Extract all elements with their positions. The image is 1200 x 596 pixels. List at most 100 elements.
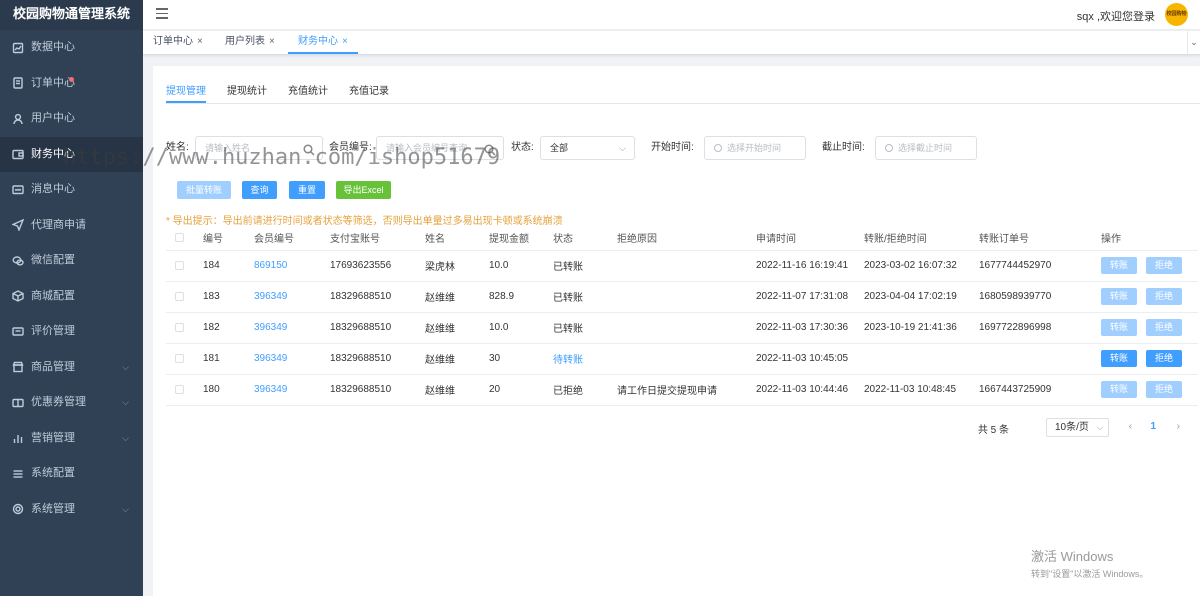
transfer-button[interactable]: 转账: [1101, 257, 1137, 274]
export-excel-button[interactable]: 导出Excel: [336, 181, 391, 199]
transfer-button[interactable]: 转账: [1101, 350, 1137, 367]
close-icon[interactable]: ×: [342, 36, 348, 47]
batch-transfer-button[interactable]: 批量转账: [177, 181, 231, 199]
query-button[interactable]: 查询: [242, 181, 277, 199]
cell-apply-time: 2022-11-07 17:31:08: [756, 281, 864, 313]
page-number[interactable]: 1: [1150, 421, 1156, 432]
end-time-picker[interactable]: 选择截止时间: [875, 136, 977, 160]
cell-member-id[interactable]: 869150: [254, 250, 330, 282]
cell-apply-time: 2022-11-03 17:30:36: [756, 312, 864, 344]
export-notice: * 导出提示：导出前请进行时间或者状态等筛选，否则导出单量过多易出现卡顿或系统崩…: [166, 216, 563, 227]
close-icon[interactable]: ×: [197, 36, 203, 47]
sidebar-item-9[interactable]: 商品管理 ⌵: [0, 350, 143, 386]
row-checkbox[interactable]: [175, 260, 184, 270]
reject-button[interactable]: 拒绝: [1146, 319, 1182, 336]
cell-amount: 20: [489, 374, 553, 406]
start-time-picker[interactable]: 选择开始时间: [704, 136, 806, 160]
sidebar-item-label: 数据中心: [31, 41, 75, 53]
row-checkbox[interactable]: [175, 384, 184, 394]
sidebar-item-2[interactable]: 用户中心: [0, 101, 143, 137]
chevron-down-icon[interactable]: ⌄: [1187, 31, 1200, 54]
reject-button[interactable]: 拒绝: [1146, 257, 1182, 274]
sidebar-item-11[interactable]: 营销管理 ⌵: [0, 421, 143, 457]
sidebar-item-7[interactable]: 商城配置: [0, 279, 143, 315]
table-row: 183 396349 18329688510 赵维维 828.9 已转账 2022-11-0…: [166, 281, 1198, 313]
sidebar-item-10[interactable]: 优惠券管理 ⌵: [0, 385, 143, 421]
sidebar-item-5[interactable]: 代理商申请: [0, 208, 143, 244]
next-page-button[interactable]: ›: [1177, 421, 1180, 432]
sidebar-item-8[interactable]: 评价管理: [0, 314, 143, 350]
withdraw-table: 编号 会员编号 支付宝账号 姓名 提现金额 状态 拒绝原因 申请时间 转账/拒绝…: [166, 226, 1198, 406]
cell-member-id[interactable]: 396349: [254, 312, 330, 344]
cell-reason: [617, 312, 756, 344]
cell-status: 已转账: [553, 312, 617, 344]
chevron-down-icon: ⌵: [122, 503, 129, 514]
reject-button[interactable]: 拒绝: [1146, 381, 1182, 398]
column-header: 操作: [1101, 226, 1198, 251]
cell-alipay: 18329688510: [330, 343, 425, 375]
column-header: 转账/拒绝时间: [864, 226, 979, 251]
cell-apply-time: 2022-11-03 10:44:46: [756, 374, 864, 406]
transfer-button[interactable]: 转账: [1101, 381, 1137, 398]
sidebar-item-1[interactable]: 订单中心: [0, 66, 143, 102]
cell-status: 已转账: [553, 250, 617, 282]
sidebar-item-13[interactable]: 系统管理 ⌵: [0, 492, 143, 528]
cell-order-no: [979, 343, 1101, 375]
subtab-withdraw-manage[interactable]: 提现管理: [166, 82, 206, 103]
tab-order-center[interactable]: 订单中心 ×: [143, 31, 213, 54]
transfer-button[interactable]: 转账: [1101, 288, 1137, 305]
status-select[interactable]: 全部 ⌵: [540, 136, 635, 160]
cell-reason: [617, 250, 756, 282]
sidebar-item-6[interactable]: 微信配置: [0, 243, 143, 279]
sidebar-item-label: 用户中心: [31, 112, 75, 124]
cell-member-id[interactable]: 396349: [254, 343, 330, 375]
column-header: 会员编号: [254, 226, 330, 251]
cell-reason: 请工作日提交提现申请: [617, 374, 756, 406]
cell-alipay: 18329688510: [330, 374, 425, 406]
page-size-select[interactable]: 10条/页 ⌵: [1046, 418, 1109, 437]
sidebar-item-12[interactable]: 系统配置: [0, 456, 143, 492]
cell-done-time: 2023-04-04 17:02:19: [864, 281, 979, 313]
cell-member-id[interactable]: 396349: [254, 281, 330, 313]
windows-activation-notice: 激活 Windows 转到"设置"以激活 Windows。: [1031, 549, 1149, 579]
avatar[interactable]: 校园购物通: [1165, 3, 1188, 26]
subtab-recharge-records[interactable]: 充值记录: [349, 82, 389, 101]
subtab-recharge-stats[interactable]: 充值统计: [288, 82, 328, 101]
row-checkbox[interactable]: [175, 291, 184, 301]
select-all-checkbox[interactable]: [175, 233, 184, 243]
cell-done-time: 2022-11-03 10:48:45: [864, 374, 979, 406]
subtab-withdraw-stats[interactable]: 提现统计: [227, 82, 267, 101]
sidebar-item-label: 系统管理: [31, 502, 75, 515]
reset-button[interactable]: 重置: [289, 181, 325, 199]
sidebar-item-label: 订单中心: [31, 76, 75, 89]
sidebar-item-label: 微信配置: [31, 254, 75, 266]
cell-member-id[interactable]: 396349: [254, 374, 330, 406]
subtabs-divider: [166, 103, 1200, 104]
reject-button[interactable]: 拒绝: [1146, 288, 1182, 305]
row-checkbox[interactable]: [175, 353, 184, 363]
transfer-button[interactable]: 转账: [1101, 319, 1137, 336]
cell-id: 184: [203, 250, 254, 282]
coupon-icon: [12, 397, 24, 409]
tab-user-list[interactable]: 用户列表 ×: [215, 31, 285, 54]
sidebar-item-0[interactable]: 数据中心: [0, 30, 143, 66]
column-header: 拒绝原因: [617, 226, 756, 251]
prev-page-button[interactable]: ‹: [1129, 421, 1132, 432]
sidebar-item-4[interactable]: 消息中心: [0, 172, 143, 208]
sidebar-item-label: 代理商申请: [31, 218, 86, 231]
close-icon[interactable]: ×: [269, 36, 275, 47]
cell-amount: 828.9: [489, 281, 553, 313]
row-checkbox[interactable]: [175, 322, 184, 332]
document-icon: [12, 77, 24, 89]
start-time-label: 开始时间:: [651, 142, 694, 153]
cell-amount: 10.0: [489, 250, 553, 282]
tab-finance-center[interactable]: 财务中心 ×: [288, 31, 358, 54]
watermark: https://www.huzhan.com/ishop51679: [63, 145, 501, 170]
hamburger-icon[interactable]: [156, 8, 168, 20]
table-row: 182 396349 18329688510 赵维维 10.0 已转账 2022-11-03…: [166, 312, 1198, 344]
chevron-down-icon: ⌵: [122, 432, 129, 443]
gear-icon: [12, 503, 24, 515]
user-greeting[interactable]: sqx ,欢迎您登录: [1077, 8, 1155, 24]
sidebar: 校园购物通管理系统 数据中心 订单中心 用户中心 财务中心 消息中心 代理商申请 微信配置商…: [0, 0, 143, 596]
reject-button[interactable]: 拒绝: [1146, 350, 1182, 367]
